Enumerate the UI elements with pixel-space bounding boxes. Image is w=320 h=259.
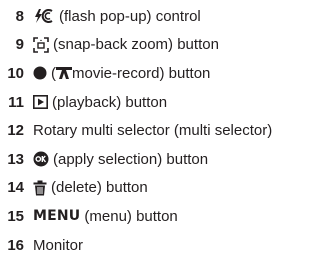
item-number: 12 xyxy=(7,122,24,140)
item-text: Rotary multi selector (multi selector) xyxy=(33,122,273,140)
item-description: Rotary multi selector (multi selector) xyxy=(33,122,272,139)
item-description: (playback) button xyxy=(33,94,167,111)
item-description: ( movie-record) button xyxy=(33,65,210,82)
item-text: (apply selection) button xyxy=(53,150,209,168)
item-text: (menu) button xyxy=(84,207,178,225)
item-number: 9 xyxy=(15,36,24,54)
menu-button-label: MENU xyxy=(33,208,81,225)
item-text: (playback) button xyxy=(52,93,168,111)
item-number: 13 xyxy=(7,150,24,168)
item-number: 15 xyxy=(7,207,24,225)
movie-camera-icon xyxy=(56,66,72,80)
snap-back-zoom-icon xyxy=(33,37,49,53)
callout-list: 8 (flash pop-up) control 9 (snap-back zo… xyxy=(0,2,308,259)
playback-icon xyxy=(33,95,48,110)
record-dot-icon xyxy=(33,66,47,80)
item-description: (apply selection) button xyxy=(33,151,208,168)
item-number: 16 xyxy=(7,236,24,254)
flash-pop-up-icon xyxy=(33,8,55,24)
list-item-12: 12 Rotary multi selector (multi selector… xyxy=(0,116,308,145)
list-item-15: 15 MENU (menu) button xyxy=(0,202,308,231)
item-description: (snap-back zoom) button xyxy=(33,36,219,53)
item-number: 10 xyxy=(7,64,24,82)
item-text: (flash pop-up) control xyxy=(59,7,201,25)
list-item-11: 11 (playback) button xyxy=(0,88,308,117)
item-text: Monitor xyxy=(33,236,84,254)
item-description: MENU (menu) button xyxy=(33,208,178,225)
item-number: 8 xyxy=(15,7,24,25)
item-description: Monitor xyxy=(33,237,83,254)
item-text: movie-record) button xyxy=(72,64,211,82)
item-description: (flash pop-up) control xyxy=(33,8,201,25)
list-item-13: 13 (apply selection) button xyxy=(0,145,308,174)
item-description: (delete) button xyxy=(33,179,148,196)
item-number: 11 xyxy=(8,93,24,111)
item-number: 14 xyxy=(7,179,24,197)
list-item-9: 9 (snap-back zoom) button xyxy=(0,31,308,60)
list-item-16: 16 Monitor xyxy=(0,231,308,259)
delete-icon xyxy=(33,180,47,196)
item-text: (snap-back zoom) button xyxy=(53,36,219,54)
list-item-8: 8 (flash pop-up) control xyxy=(0,2,308,31)
ok-icon xyxy=(33,151,49,167)
list-item-10: 10 ( movie-record) button xyxy=(0,59,308,88)
list-item-14: 14 (delete) button xyxy=(0,174,308,203)
item-text: (delete) button xyxy=(51,179,148,197)
